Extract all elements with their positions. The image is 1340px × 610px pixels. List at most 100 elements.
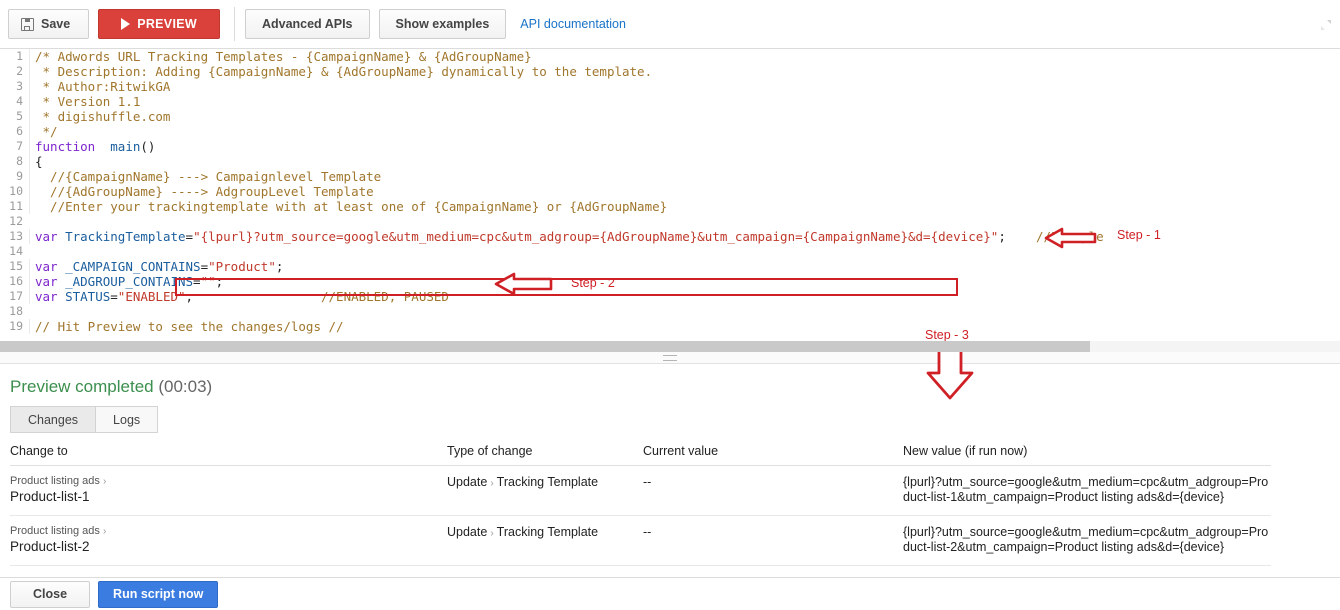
editor-horizontal-scrollbar[interactable] bbox=[0, 341, 1340, 352]
tab-logs[interactable]: Logs bbox=[96, 406, 159, 433]
api-documentation-link[interactable]: API documentation bbox=[520, 17, 626, 31]
code-text-11[interactable]: //Enter your trackingtemplate with at le… bbox=[29, 199, 1340, 214]
code-text-3[interactable]: * Author:RitwikGA bbox=[29, 79, 1340, 94]
breadcrumb: Product listing ads › bbox=[10, 475, 447, 488]
table-row[interactable]: Product listing ads › Product-list-1 Updat… bbox=[10, 465, 1271, 516]
preview-button[interactable]: PREVIEW bbox=[98, 9, 220, 39]
line-number-2: 2 bbox=[16, 64, 23, 78]
code-line-1[interactable]: 1 /* Adwords URL Tracking Templates - {Ca… bbox=[0, 49, 1340, 64]
code-text-10[interactable]: //{AdGroupName} ----> AdgroupLevel Templ… bbox=[29, 184, 1340, 199]
column-header-new-value: New value (if run now) bbox=[903, 444, 1271, 466]
code-text-1[interactable]: /* Adwords URL Tracking Templates - {Cam… bbox=[29, 49, 1340, 64]
line-number-9: 9 bbox=[16, 169, 23, 183]
code-line-6[interactable]: 6 */ bbox=[0, 124, 1340, 139]
changes-table-body: Product listing ads › Product-list-1 Updat… bbox=[10, 465, 1271, 566]
panel-splitter[interactable] bbox=[0, 352, 1340, 364]
adgroup-name: Product-list-1 bbox=[10, 489, 90, 504]
code-text-4[interactable]: * Version 1.1 bbox=[29, 94, 1340, 109]
step-1-label: Step - 1 bbox=[1117, 228, 1161, 242]
code-line-16[interactable]: 16 var _ADGROUP_CONTAINS=""; bbox=[0, 274, 1340, 289]
arrow-left-icon-step2 bbox=[494, 271, 554, 302]
code-line-5[interactable]: 5 * digishuffle.com bbox=[0, 109, 1340, 124]
play-icon bbox=[121, 18, 131, 30]
code-token: // Hit Preview to see the changes/logs /… bbox=[35, 319, 344, 334]
preview-status: Preview completed (00:03) bbox=[10, 377, 1330, 397]
cell-current-value: -- bbox=[643, 465, 903, 516]
line-number-4: 4 bbox=[16, 94, 23, 108]
change-action: Update bbox=[447, 525, 488, 539]
code-line-19[interactable]: 19 // Hit Preview to see the changes/logs… bbox=[0, 319, 1340, 334]
breadcrumb-campaign: Product listing ads bbox=[10, 475, 100, 487]
code-line-3[interactable]: 3 * Author:RitwikGA bbox=[0, 79, 1340, 94]
code-editor[interactable]: 1 /* Adwords URL Tracking Templates - {Ca… bbox=[0, 49, 1340, 341]
code-token: _CAMPAIGN_CONTAINS bbox=[65, 259, 201, 274]
code-text-5[interactable]: * digishuffle.com bbox=[29, 109, 1340, 124]
code-line-14[interactable]: 14 bbox=[0, 244, 1340, 259]
editor-scrollbar-thumb[interactable] bbox=[0, 341, 1090, 352]
code-text-17[interactable]: var STATUS="ENABLED"; //ENABLED, PAUSED bbox=[29, 289, 1340, 304]
line-number-16: 16 bbox=[9, 274, 23, 288]
step-2-label: Step - 2 bbox=[571, 276, 615, 290]
code-line-7[interactable]: 7 function main() bbox=[0, 139, 1340, 154]
code-token: = bbox=[200, 259, 209, 274]
code-token: * Description: Adding {CampaignName} & {… bbox=[35, 64, 653, 79]
code-text-7[interactable]: function main() bbox=[29, 139, 1340, 154]
code-line-12[interactable]: 12 bbox=[0, 214, 1340, 229]
code-text-9[interactable]: //{CampaignName} ---> Campaignlevel Temp… bbox=[29, 169, 1340, 184]
change-action: Update bbox=[447, 475, 488, 489]
code-text-19[interactable]: // Hit Preview to see the changes/logs /… bbox=[29, 319, 1340, 334]
close-button[interactable]: Close bbox=[10, 580, 91, 608]
show-examples-button[interactable]: Show examples bbox=[378, 9, 507, 39]
expand-corner-icon[interactable] bbox=[1320, 18, 1332, 30]
line-number-19: 19 bbox=[9, 319, 23, 333]
column-header-type-of-change: Type of change bbox=[447, 444, 643, 466]
code-token: "" bbox=[200, 274, 216, 289]
code-text-8[interactable]: { bbox=[29, 154, 1340, 169]
change-target: Tracking Template bbox=[496, 525, 599, 539]
code-line-11[interactable]: 11 //Enter your trackingtemplate with at… bbox=[0, 199, 1340, 214]
line-number-13: 13 bbox=[9, 229, 23, 243]
code-token: () bbox=[140, 139, 156, 154]
table-header-row: Change to Type of change Current value N… bbox=[10, 444, 1271, 466]
line-number-11: 11 bbox=[9, 199, 23, 213]
code-text-2[interactable]: * Description: Adding {CampaignName} & {… bbox=[29, 64, 1340, 79]
code-line-8[interactable]: 8{ bbox=[0, 154, 1340, 169]
code-token: ; bbox=[185, 289, 194, 304]
code-text-16[interactable]: var _ADGROUP_CONTAINS=""; bbox=[29, 274, 1340, 289]
code-token: { bbox=[35, 154, 43, 169]
line-number-5: 5 bbox=[16, 109, 23, 123]
code-line-18[interactable]: 18 bbox=[0, 304, 1340, 319]
line-number-1: 1 bbox=[16, 49, 23, 63]
code-line-15[interactable]: 15 var _CAMPAIGN_CONTAINS="Product"; bbox=[0, 259, 1340, 274]
code-line-4[interactable]: 4 * Version 1.1 bbox=[0, 94, 1340, 109]
line-number-3: 3 bbox=[16, 79, 23, 93]
code-token: //Enter your trackingtemplate with at le… bbox=[35, 199, 668, 214]
code-text-6[interactable]: */ bbox=[29, 124, 1340, 139]
column-header-change-to: Change to bbox=[10, 444, 447, 466]
code-line-10[interactable]: 10 //{AdGroupName} ----> AdgroupLevel Te… bbox=[0, 184, 1340, 199]
table-row[interactable]: Product listing ads › Product-list-2 Updat… bbox=[10, 515, 1271, 566]
top-toolbar: Save PREVIEW Advanced APIs Show examples… bbox=[0, 0, 1340, 49]
adgroup-name: Product-list-2 bbox=[10, 539, 90, 554]
run-script-now-button[interactable]: Run script now bbox=[98, 580, 219, 608]
code-token: var bbox=[35, 289, 58, 304]
save-button[interactable]: Save bbox=[8, 9, 90, 39]
code-lines-container[interactable]: 1 /* Adwords URL Tracking Templates - {Ca… bbox=[0, 49, 1340, 334]
code-line-9[interactable]: 9 //{CampaignName} ---> Campaignlevel Te… bbox=[0, 169, 1340, 184]
cell-current-value: -- bbox=[643, 515, 903, 566]
code-text-15[interactable]: var _CAMPAIGN_CONTAINS="Product"; bbox=[29, 259, 1340, 274]
line-number-8: 8 bbox=[16, 154, 23, 168]
results-tabs: Changes Logs bbox=[10, 406, 1330, 433]
code-token: //{AdGroupName} ----> AdgroupLevel Templ… bbox=[35, 184, 374, 199]
tab-changes[interactable]: Changes bbox=[10, 406, 97, 433]
advanced-apis-button[interactable]: Advanced APIs bbox=[244, 9, 370, 39]
code-line-17[interactable]: 17 var STATUS="ENABLED"; //ENABLED, PAUSE… bbox=[0, 289, 1340, 304]
code-line-2[interactable]: 2 * Description: Adding {CampaignName} &… bbox=[0, 64, 1340, 79]
